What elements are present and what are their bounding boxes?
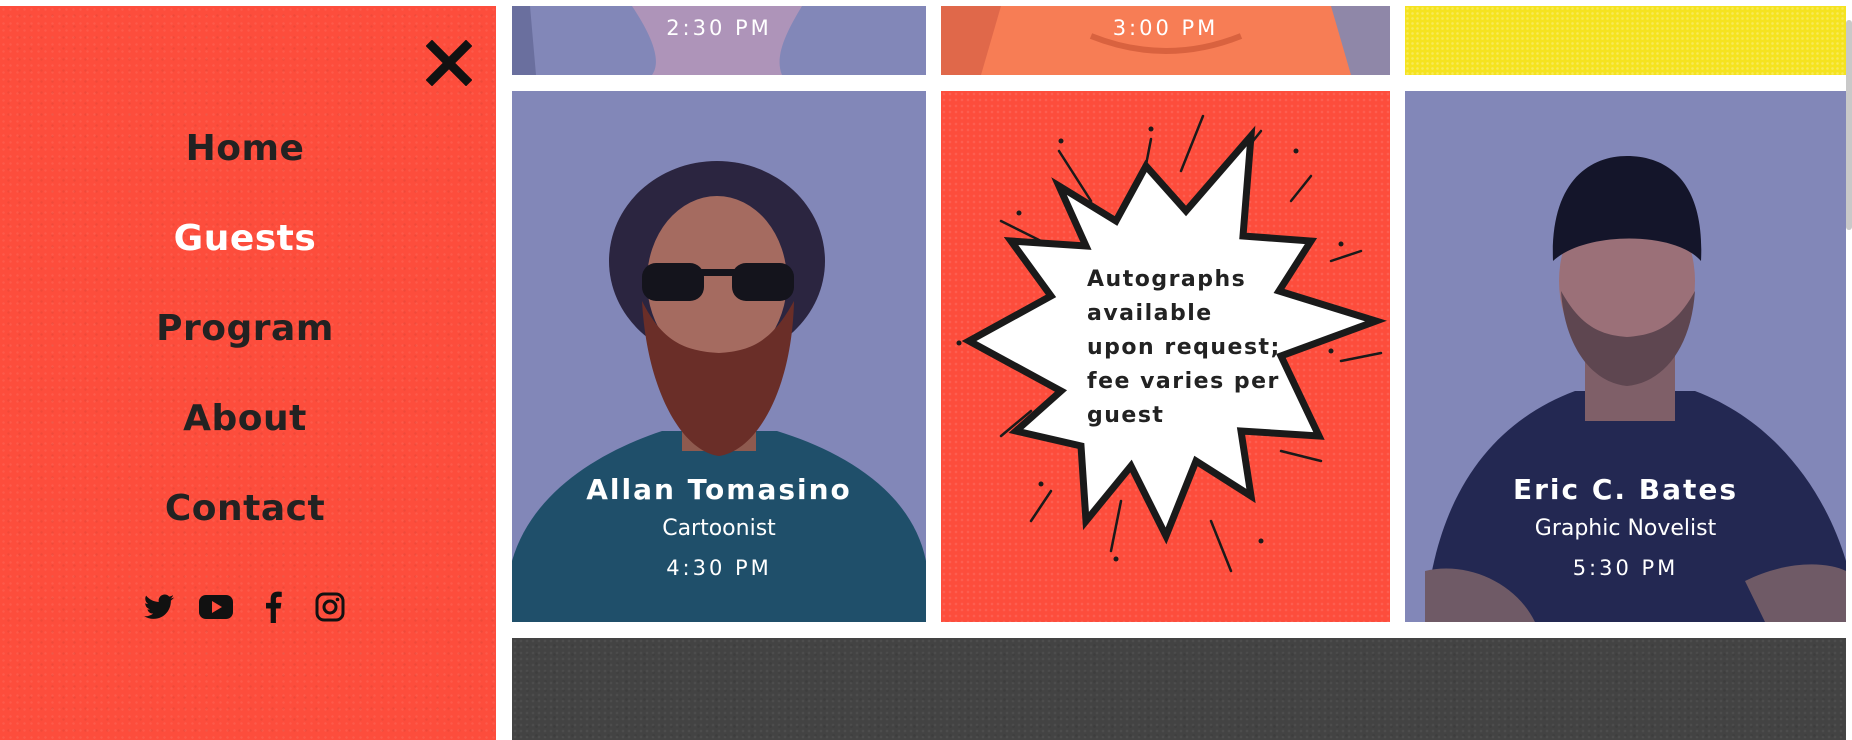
close-x-icon bbox=[425, 39, 473, 87]
footer-panel bbox=[512, 638, 1846, 740]
instagram-icon bbox=[315, 592, 345, 622]
nav-item-program[interactable]: Program bbox=[0, 305, 490, 353]
guest-role: Cartoonist bbox=[662, 516, 776, 541]
twitter-link[interactable] bbox=[142, 590, 176, 624]
close-menu-button[interactable] bbox=[425, 39, 473, 87]
guest-tile-allan-tomasino[interactable]: Allan Tomasino Cartoonist 4:30 PM bbox=[512, 91, 926, 622]
guest-photo bbox=[1425, 156, 1846, 622]
guest-name: Allan Tomasino bbox=[586, 473, 852, 506]
nav-item-guests[interactable]: Guests bbox=[0, 215, 490, 263]
session-time: 3:00 PM bbox=[1112, 16, 1219, 40]
session-time: 2:30 PM bbox=[666, 16, 772, 40]
nav-item-about[interactable]: About bbox=[0, 395, 490, 443]
session-time: 4:30 PM bbox=[666, 556, 772, 580]
side-menu: Home Guests Program About Contact bbox=[0, 6, 496, 740]
youtube-link[interactable] bbox=[199, 590, 233, 624]
guest-tile-top-2[interactable]: 3:00 PM bbox=[941, 6, 1390, 75]
page-scrollbar[interactable] bbox=[1846, 20, 1852, 230]
guest-tile-eric-c-bates[interactable]: Eric C. Bates Graphic Novelist 5:30 PM bbox=[1405, 91, 1846, 622]
instagram-link[interactable] bbox=[313, 590, 347, 624]
facebook-icon bbox=[266, 591, 282, 623]
facebook-link[interactable] bbox=[256, 590, 290, 624]
youtube-icon bbox=[199, 595, 233, 619]
nav-item-home[interactable]: Home bbox=[0, 125, 490, 173]
guest-name: Eric C. Bates bbox=[1512, 473, 1739, 506]
guest-photo bbox=[512, 161, 926, 622]
twitter-icon bbox=[144, 594, 174, 619]
guest-tile-top-1[interactable]: 2:30 PM bbox=[512, 6, 926, 75]
autographs-promo-tile: Autographs available upon request; fee v… bbox=[941, 91, 1390, 622]
autographs-note: Autographs available upon request; fee v… bbox=[1087, 267, 1281, 428]
session-time: 5:30 PM bbox=[1572, 556, 1679, 580]
guest-role: Graphic Novelist bbox=[1534, 516, 1717, 541]
nav-item-contact[interactable]: Contact bbox=[0, 485, 490, 533]
promo-tile-top bbox=[1405, 6, 1846, 75]
